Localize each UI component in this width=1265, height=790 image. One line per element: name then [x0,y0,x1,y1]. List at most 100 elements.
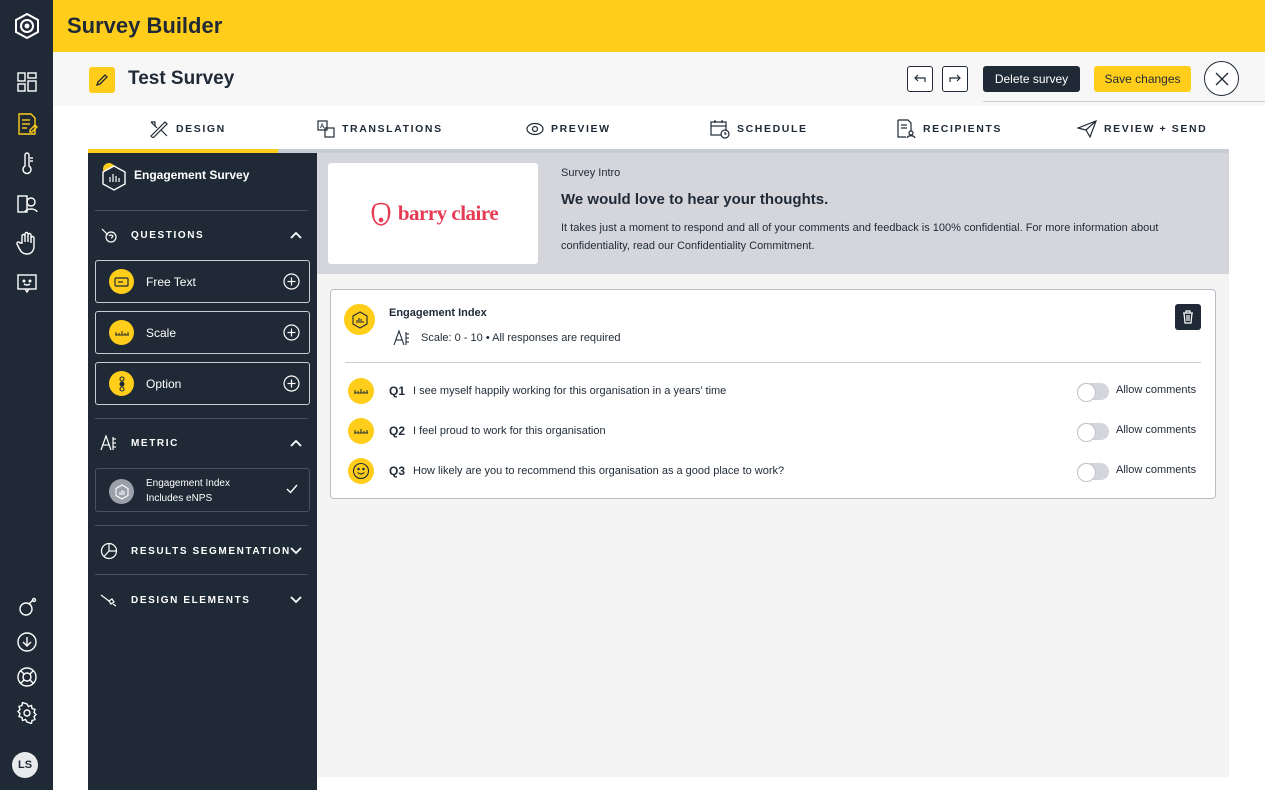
recipients-icon [897,119,916,139]
plus-circle-icon [283,375,300,392]
tab-design[interactable]: DESIGN [149,119,226,139]
results-segmentation-label: RESULTS SEGMENTATION [131,545,291,557]
tab-schedule[interactable]: SCHEDULE [710,119,808,139]
download-icon[interactable] [13,628,40,655]
tab-label: PREVIEW [551,123,611,135]
undo-icon [914,74,926,82]
engagement-index-card[interactable]: Engagement Index Scale: 0 - 10 • All res… [330,289,1216,499]
question-row[interactable]: Q2 I feel proud to work for this organis… [348,418,1203,444]
allow-comments-toggle[interactable] [1077,423,1109,442]
ruler-icon [348,418,374,444]
question-text: I feel proud to work for this organisati… [413,425,606,437]
edit-name-button[interactable] [89,67,115,93]
hand-icon[interactable] [13,229,40,256]
divider [95,418,308,419]
divider [95,525,308,526]
delete-block-button[interactable] [1175,304,1201,330]
card-subtitle: Scale: 0 - 10 • All responses are requir… [393,330,621,346]
translate-icon: A [317,120,335,138]
question-type-label: Free Text [146,274,196,289]
check-icon [286,484,298,494]
delete-survey-button[interactable]: Delete survey [983,66,1080,92]
tab-recipients[interactable]: RECIPIENTS [896,119,1002,139]
redo-button[interactable] [942,66,968,92]
survey-icon[interactable] [13,110,40,137]
nudge-icon[interactable] [13,593,40,620]
left-rail: LS [0,0,53,790]
question-type-label: Scale [146,325,177,340]
metric-name: Engagement Index [146,478,230,489]
chevron-up-icon [290,439,302,447]
metric-label: METRIC [131,437,179,449]
app-logo-icon[interactable] [0,0,53,52]
dog-logo-icon [371,202,391,226]
question-type-label: Option [146,376,182,391]
app-header: Survey Builder [53,0,1265,52]
toggle-label: Allow comments [1116,424,1197,436]
chevron-down-icon [290,547,302,555]
pie-chart-icon [95,542,123,560]
card-subtitle-text: Scale: 0 - 10 • All responses are requir… [421,332,621,344]
options-icon [109,371,134,396]
dashboard-icon[interactable] [13,68,40,95]
undo-button[interactable] [907,66,933,92]
question-text: I see myself happily working for this or… [413,385,727,397]
feedback-icon[interactable] [13,269,40,296]
engagement-index-icon [344,304,375,335]
design-elements-icon [95,593,123,607]
intro-body: It takes just a moment to respond and al… [561,222,1159,252]
settings-gear-icon[interactable] [13,699,40,726]
add-option-question[interactable]: Option [95,362,310,405]
send-icon [1077,120,1097,138]
ruler-icon [348,378,374,404]
tab-label: TRANSLATIONS [342,123,443,135]
tab-translations[interactable]: A TRANSLATIONS [317,119,443,139]
engagement-survey-icon [98,161,128,196]
question-number: Q1 [389,384,406,398]
design-elements-toggle[interactable]: DESIGN ELEMENTS [95,588,310,612]
results-segmentation-toggle[interactable]: RESULTS SEGMENTATION [95,539,310,563]
tab-review-send[interactable]: REVIEW + SEND [1077,119,1207,139]
tab-label: REVIEW + SEND [1104,123,1208,135]
divider [95,574,308,575]
metric-subtext: Includes eNPS [146,493,213,504]
toggle-label: Allow comments [1116,384,1197,396]
plus-circle-icon [283,324,300,341]
questions-label: QUESTIONS [131,229,205,241]
metric-icon [95,435,123,451]
plus-circle-icon [283,273,300,290]
divider [95,210,308,211]
ruler-icon [109,320,134,345]
allow-comments-toggle[interactable] [1077,383,1109,402]
add-scale-question[interactable]: Scale [95,311,310,354]
add-free-text-question[interactable]: Free Text [95,260,310,303]
text-field-icon [109,269,134,294]
save-changes-button[interactable]: Save changes [1094,66,1191,92]
eye-icon [526,122,544,136]
metric-section-toggle[interactable]: METRIC [95,431,310,455]
avatar[interactable]: LS [12,752,38,778]
tab-label: RECIPIENTS [923,123,1003,135]
tab-preview[interactable]: PREVIEW [526,119,611,139]
panel-title: Engagement Survey [134,168,250,182]
thermometer-icon[interactable] [13,150,40,177]
allow-comments-toggle[interactable] [1077,463,1109,482]
pencil-icon [95,74,108,87]
metric-icon [393,330,409,346]
help-lifebuoy-icon[interactable] [13,663,40,690]
app-title: Survey Builder [67,13,223,38]
brand-logo[interactable]: barry claire [328,163,538,264]
tab-bar: DESIGN A TRANSLATIONS PREVIEW SCHEDULE R… [88,106,1229,153]
question-row[interactable]: Q3 How likely are you to recommend this … [348,458,1203,484]
close-button[interactable] [1204,61,1239,96]
engagement-index-icon [109,479,134,504]
header-divider [983,101,1265,102]
card-title: Engagement Index [389,307,487,319]
person-card-icon[interactable] [13,190,40,217]
question-row[interactable]: Q1 I see myself happily working for this… [348,378,1203,404]
metric-card-engagement-index[interactable]: Engagement Index Includes eNPS [95,468,310,512]
questions-section-toggle[interactable]: QUESTIONS [95,223,310,247]
survey-intro-block[interactable]: barry claire Survey Intro We would love … [317,153,1229,274]
close-icon [1215,72,1228,85]
tab-label: SCHEDULE [737,123,808,135]
